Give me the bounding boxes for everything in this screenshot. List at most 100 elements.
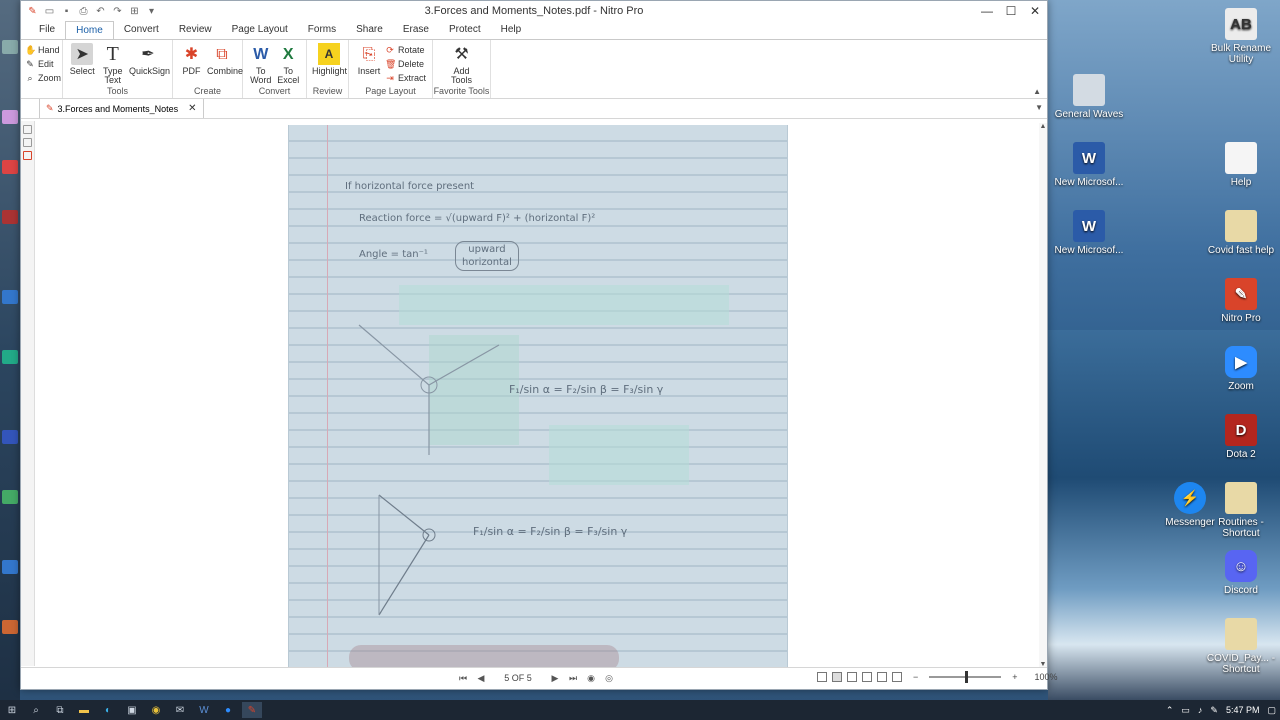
desktop-icon-partial[interactable]: [2, 110, 18, 124]
pen-tray-icon[interactable]: ✎: [1210, 705, 1218, 716]
collapse-ribbon-icon[interactable]: ▲: [1033, 87, 1041, 96]
desktop-icon-partial[interactable]: [2, 210, 18, 224]
task-view-icon[interactable]: ⧉: [50, 702, 70, 718]
start-icon[interactable]: ⊞: [2, 702, 22, 718]
view-controls: − + 100%: [817, 671, 1058, 683]
notebook-margin-line: [327, 125, 328, 668]
chrome-icon[interactable]: ◉: [146, 702, 166, 718]
tab-file[interactable]: File: [29, 21, 66, 39]
fit-page-icon[interactable]: [892, 672, 902, 682]
tab-help[interactable]: Help: [491, 21, 532, 39]
previous-page-icon[interactable]: ◀: [475, 672, 487, 684]
desktop-icon-partial[interactable]: [2, 490, 18, 504]
page-indicator[interactable]: 5 OF 5: [493, 673, 543, 683]
store-icon[interactable]: ▣: [122, 702, 142, 718]
desktop-icon-partial[interactable]: [2, 620, 18, 634]
zoom-slider-thumb[interactable]: [965, 671, 969, 683]
desktop-icon-discord[interactable]: ☺ Discord: [1205, 550, 1277, 596]
title-bar[interactable]: ✎ ▭ ▪ ⎙ ↶ ↷ ⊞ ▾ 3.Forces and Moments_Not…: [21, 1, 1047, 21]
zoom-out-icon[interactable]: −: [913, 672, 918, 682]
tab-page-layout[interactable]: Page Layout: [222, 21, 298, 39]
facing-continuous-view-icon[interactable]: [862, 672, 872, 682]
zoom-button[interactable]: ⌕ Zoom: [25, 72, 61, 84]
facing-view-icon[interactable]: [847, 672, 857, 682]
document-tab[interactable]: ✎ 3.Forces and Moments_Notes ✕: [39, 99, 204, 118]
search-icon[interactable]: ⌕: [26, 702, 46, 718]
print-icon[interactable]: ⎙: [78, 6, 89, 17]
close-tab-icon[interactable]: ✕: [188, 103, 196, 114]
zoom-level[interactable]: 100%: [1035, 672, 1058, 682]
word-taskbar-icon[interactable]: W: [194, 702, 214, 718]
tab-erase[interactable]: Erase: [393, 21, 439, 39]
desktop-icon-general-waves[interactable]: General Waves: [1053, 74, 1125, 120]
taskbar: ⊞ ⌕ ⧉ ▬ ◐ ▣ ◉ ✉ W ● ✎ ⌃ ▭ ♪ ✎ 5:47 PM ▢: [0, 700, 1280, 720]
select-tool-icon[interactable]: ⊞: [129, 6, 140, 17]
volume-icon[interactable]: ♪: [1198, 705, 1203, 715]
minimize-button[interactable]: —: [975, 1, 999, 21]
desktop-icon-help[interactable]: Help: [1205, 142, 1277, 188]
notifications-icon[interactable]: ▢: [1267, 705, 1276, 716]
last-page-icon[interactable]: ⏭: [567, 672, 579, 684]
desktop-icon-partial[interactable]: [2, 560, 18, 574]
nitro-taskbar-icon[interactable]: ✎: [242, 702, 262, 718]
zoom-slider[interactable]: [929, 671, 1002, 683]
tab-home[interactable]: Home: [65, 21, 114, 39]
delete-button[interactable]: 🗑 Delete: [385, 58, 426, 70]
zoom-in-icon[interactable]: +: [1012, 672, 1017, 682]
rotate-button[interactable]: ⟳ Rotate: [385, 44, 426, 56]
edge-icon[interactable]: ◐: [98, 702, 118, 718]
fit-width-icon[interactable]: [877, 672, 887, 682]
undo-icon[interactable]: ↶: [95, 6, 106, 17]
desktop-icon-zoom[interactable]: ▶ Zoom: [1205, 346, 1277, 392]
open-icon[interactable]: ▭: [44, 6, 55, 17]
continuous-view-icon[interactable]: [832, 672, 842, 682]
desktop-icon-partial[interactable]: [2, 430, 18, 444]
tab-share[interactable]: Share: [346, 21, 393, 39]
single-page-view-icon[interactable]: [817, 672, 827, 682]
vertical-scrollbar[interactable]: ▲ ▼: [1039, 123, 1047, 668]
desktop-icon-partial[interactable]: [2, 290, 18, 304]
edit-button[interactable]: ✎ Edit: [25, 58, 61, 70]
file-explorer-icon[interactable]: ▬: [74, 702, 94, 718]
mail-icon[interactable]: ✉: [170, 702, 190, 718]
desktop-icon-dota2[interactable]: D Dota 2: [1205, 414, 1277, 460]
customize-qat-icon[interactable]: ▾: [146, 6, 157, 17]
tray-overflow-icon[interactable]: ⌃: [1166, 705, 1174, 716]
document-view[interactable]: If horizontal force present Reaction for…: [36, 123, 1042, 668]
extract-button[interactable]: ⇥ Extract: [385, 72, 426, 84]
desktop-icon-word-2[interactable]: W New Microsof...: [1053, 210, 1125, 256]
desktop-icon-partial[interactable]: [2, 40, 18, 54]
desktop-icon-covid-pay[interactable]: COVID_Pay... - Shortcut: [1205, 618, 1277, 675]
hand-button[interactable]: ✋ Hand: [25, 44, 61, 56]
redo-icon[interactable]: ↷: [112, 6, 123, 17]
tab-review[interactable]: Review: [169, 21, 222, 39]
next-page-icon[interactable]: ▶: [549, 672, 561, 684]
desktop-icon-covid-fast-help[interactable]: Covid fast help: [1205, 210, 1277, 256]
desktop-icon-partial[interactable]: [2, 160, 18, 174]
desktop-icon-word-1[interactable]: W New Microsof...: [1053, 142, 1125, 188]
left-panel-bar: [21, 121, 35, 666]
scroll-up-icon[interactable]: ▲: [1039, 123, 1047, 130]
tab-list-dropdown-icon[interactable]: ▼: [1035, 103, 1043, 112]
first-page-icon[interactable]: ⏮: [457, 672, 469, 684]
maximize-button[interactable]: ☐: [999, 1, 1023, 21]
next-view-icon[interactable]: ◎: [603, 672, 615, 684]
zoom-taskbar-icon[interactable]: ●: [218, 702, 238, 718]
previous-view-icon[interactable]: ◉: [585, 672, 597, 684]
pages-icon[interactable]: [23, 138, 32, 147]
desktop-icon-bulk-rename[interactable]: AB Bulk Rename Utility: [1205, 8, 1277, 65]
attachments-icon[interactable]: [23, 151, 32, 160]
rotate-icon: ⟳: [386, 45, 394, 55]
bookmarks-icon[interactable]: [23, 125, 32, 134]
close-button[interactable]: ✕: [1023, 1, 1047, 21]
tab-protect[interactable]: Protect: [439, 21, 491, 39]
desktop-icon-partial[interactable]: [2, 350, 18, 364]
extract-icon: ⇥: [386, 73, 394, 83]
desktop-icon-nitro-pro[interactable]: ✎ Nitro Pro: [1205, 278, 1277, 324]
tab-forms[interactable]: Forms: [298, 21, 346, 39]
clock[interactable]: 5:47 PM: [1226, 705, 1260, 715]
desktop-icon-routines[interactable]: Routines - Shortcut: [1205, 482, 1277, 539]
network-icon[interactable]: ▭: [1181, 705, 1190, 716]
save-icon[interactable]: ▪: [61, 6, 72, 17]
tab-convert[interactable]: Convert: [114, 21, 169, 39]
